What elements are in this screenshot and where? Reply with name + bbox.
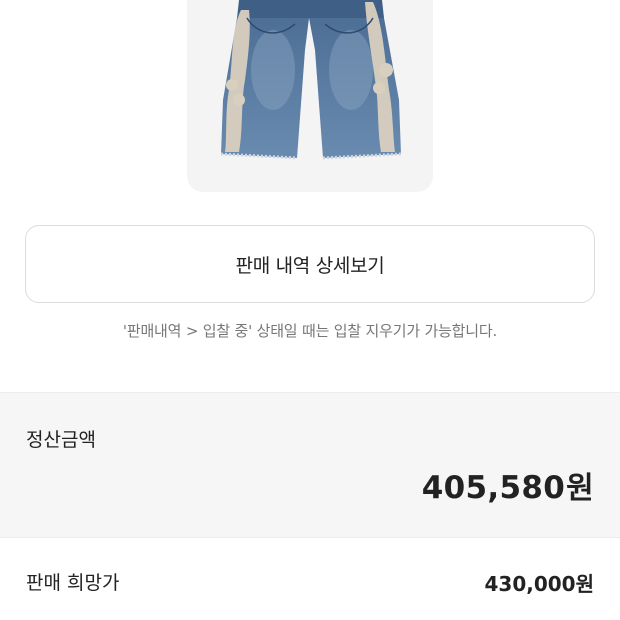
sales-history-detail-label: 판매 내역 상세보기 (235, 254, 385, 277)
asking-price-value: 430,000원 (485, 568, 595, 597)
product-image (220, 0, 402, 160)
settlement-section: 정산금액 405,580 원 (0, 392, 620, 538)
asking-price-amount: 430,000 (484, 572, 576, 596)
settlement-amount-value: 405,580 (421, 470, 566, 506)
settlement-amount-unit: 원 (566, 471, 594, 506)
asking-price-unit: 원 (575, 572, 594, 596)
asking-price-row: 판매 희망가 430,000원 (0, 560, 620, 606)
product-image-card (187, 0, 433, 192)
sales-history-detail-button[interactable]: 판매 내역 상세보기 (25, 225, 595, 303)
settlement-amount: 405,580 원 (422, 463, 594, 507)
settlement-label: 정산금액 (26, 429, 96, 451)
asking-price-label: 판매 희망가 (26, 572, 120, 594)
bid-delete-notice: '판매내역 > 입찰 중' 상태일 때는 입찰 지우기가 가능합니다. (122, 322, 498, 340)
